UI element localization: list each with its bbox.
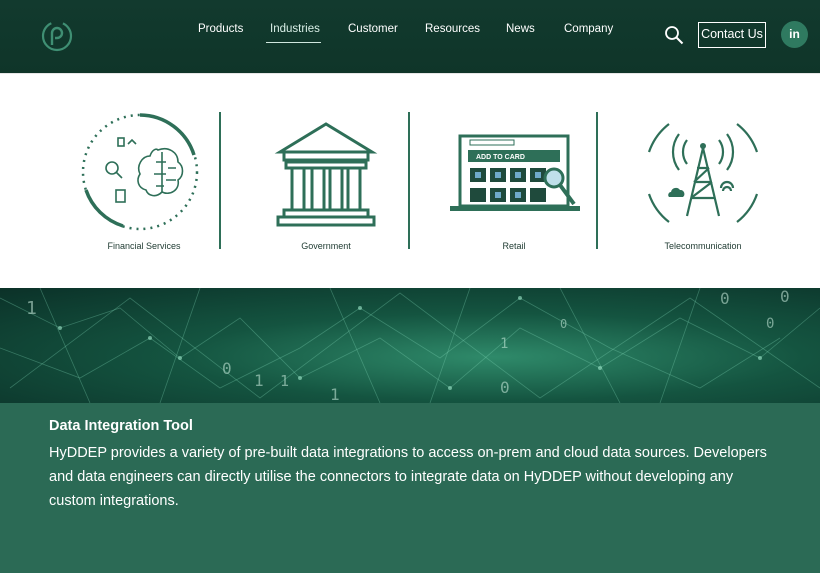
hero-network-image: 1 0 1 1 1 1 0 0 0 0 0 xyxy=(0,288,820,403)
binary-digit: 0 xyxy=(780,288,790,306)
industry-label-financial-services: Financial Services xyxy=(107,241,181,251)
nav-customer[interactable]: Customer xyxy=(348,23,398,35)
divider xyxy=(596,112,598,249)
retail-laptop-icon: ADD TO CARD xyxy=(450,134,580,211)
binary-digit: 0 xyxy=(500,378,510,397)
nav-resources[interactable]: Resources xyxy=(425,23,480,35)
industry-financial-services[interactable]: Financial Services xyxy=(64,74,224,289)
divider xyxy=(219,112,221,249)
nav-products[interactable]: Products xyxy=(198,23,243,35)
binary-digit: 0 xyxy=(720,289,730,308)
content-section: Data Integration Tool HyDDEP provides a … xyxy=(0,403,820,573)
linkedin-icon[interactable]: in xyxy=(781,21,808,48)
industries-dropdown: Financial Services Government ADD TO CAR… xyxy=(0,73,820,288)
brain-finance-icon xyxy=(81,113,199,231)
nav-news[interactable]: News xyxy=(506,23,535,35)
divider xyxy=(408,112,410,249)
main-nav: Products Industries Customer Resources N… xyxy=(0,23,820,43)
binary-digit: 1 xyxy=(330,385,340,403)
nav-industries[interactable]: Industries xyxy=(270,23,320,35)
industry-telecommunication[interactable]: Telecommunication xyxy=(623,74,783,289)
binary-digit: 0 xyxy=(560,317,567,331)
telecom-tower-icon xyxy=(647,123,759,223)
contact-us-button[interactable]: Contact Us xyxy=(698,22,766,48)
government-building-icon xyxy=(274,122,378,227)
binary-digit: 1 xyxy=(500,336,508,352)
industry-label-government: Government xyxy=(301,241,351,251)
search-icon[interactable] xyxy=(664,25,684,45)
industry-label-telecommunication: Telecommunication xyxy=(664,241,742,251)
binary-digit: 0 xyxy=(766,316,774,332)
binary-digit: 1 xyxy=(26,298,37,319)
section-description: HyDDEP provides a variety of pre-built d… xyxy=(49,445,767,509)
binary-digit: 0 xyxy=(222,359,232,378)
industry-government[interactable]: Government xyxy=(246,74,406,289)
binary-digit: 1 xyxy=(254,371,264,390)
industry-retail[interactable]: ADD TO CARD Retail xyxy=(434,74,594,289)
top-nav-bar: Products Industries Customer Resources N… xyxy=(0,0,820,73)
industry-label-retail: Retail xyxy=(502,241,526,251)
add-to-card-text: ADD TO CARD xyxy=(476,154,525,161)
network-background-image: 1 0 1 1 1 1 0 0 0 0 0 xyxy=(0,288,820,403)
section-title: Data Integration Tool xyxy=(49,418,193,434)
binary-digit: 1 xyxy=(280,372,289,390)
active-nav-underline xyxy=(266,42,321,43)
nav-company[interactable]: Company xyxy=(564,23,613,35)
